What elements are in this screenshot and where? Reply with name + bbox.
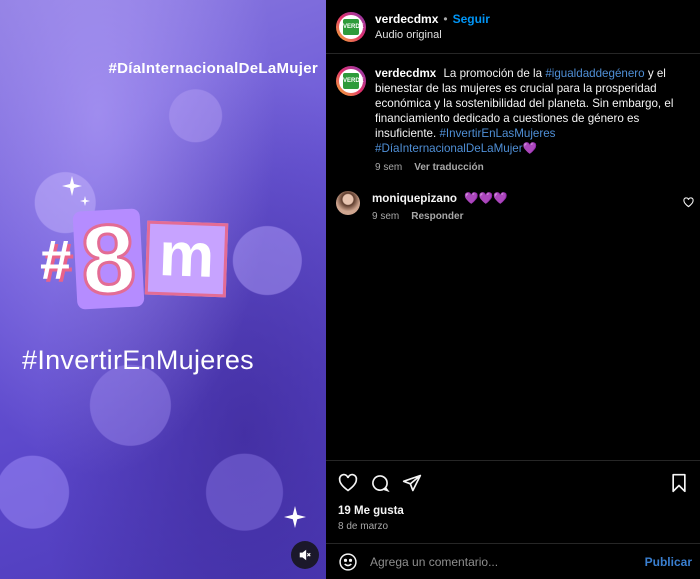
sparkle-icon [284,506,306,528]
add-comment-bar: Publicar [326,543,700,579]
verde-logo: VERDE [343,73,364,89]
publish-button[interactable]: Publicar [645,555,692,569]
translate-link[interactable]: Ver traducción [414,162,483,173]
post-date[interactable]: 8 de marzo [338,521,688,532]
avatar[interactable]: VERDE [336,11,366,42]
hashtag-link[interactable]: #igualdaddegénero [545,67,644,80]
media-hashtag-main: #InvertirEnMujeres [22,345,254,375]
avatar[interactable] [336,191,360,215]
purple-heart-emoji: 💜 [522,142,538,155]
follow-button[interactable]: Seguir [453,12,490,26]
caption-time[interactable]: 9 sem [375,162,402,173]
avatar[interactable]: VERDE [336,66,366,96]
like-comment-heart-icon[interactable] [683,197,694,208]
separator-dot: • [443,12,448,26]
action-bar: 19 Me gusta 8 de marzo [326,460,700,532]
hashtag-link[interactable]: #InvertirEnLasMujeres [439,127,555,140]
verde-logo: VERDE [343,18,364,35]
emoji-icon[interactable] [338,552,358,572]
comment-icon[interactable] [370,473,390,493]
sparkle-icon [62,176,82,196]
post-header: VERDE verdecdmx • Seguir Audio original [326,0,700,54]
comment-item: moniquepizano 💜💜💜 9 sem Responder [326,173,700,222]
reply-button[interactable]: Responder [411,211,463,222]
audio-label[interactable]: Audio original [375,29,490,41]
caption-text: verdecdmx La promoción de la #igualdadde… [375,67,674,155]
media-hash: # [40,227,72,291]
header-username[interactable]: verdecdmx [375,12,438,26]
hashtag-link[interactable]: #DíaInternacionalDeLaMujer [375,142,523,155]
caption: VERDE verdecdmx La promoción de la #igua… [326,54,700,173]
post-media[interactable]: #DíaInternacionalDeLaMujer # 8 m #Invert… [0,0,326,579]
caption-username[interactable]: verdecdmx [375,67,436,80]
comment-input[interactable] [370,554,645,569]
media-eight: 8 [72,201,145,317]
media-m: m [144,220,229,298]
heart-icon[interactable] [338,473,358,493]
speaker-muted-icon [299,549,311,561]
bookmark-icon[interactable] [670,473,688,493]
instagram-post-view: #DíaInternacionalDeLaMujer # 8 m #Invert… [0,0,700,579]
mute-button[interactable] [291,541,319,569]
comment-time[interactable]: 9 sem [372,211,399,222]
comment-username[interactable]: moniquepizano [372,192,457,205]
media-8m-graphic: # 8 m [40,201,229,317]
likes-count[interactable]: 19 Me gusta [338,505,688,517]
post-side-panel: VERDE verdecdmx • Seguir Audio original … [326,0,700,579]
comment-text: 💜💜💜 [464,192,508,205]
share-icon[interactable] [402,473,422,493]
media-hashtag-top: #DíaInternacionalDeLaMujer [108,60,318,77]
